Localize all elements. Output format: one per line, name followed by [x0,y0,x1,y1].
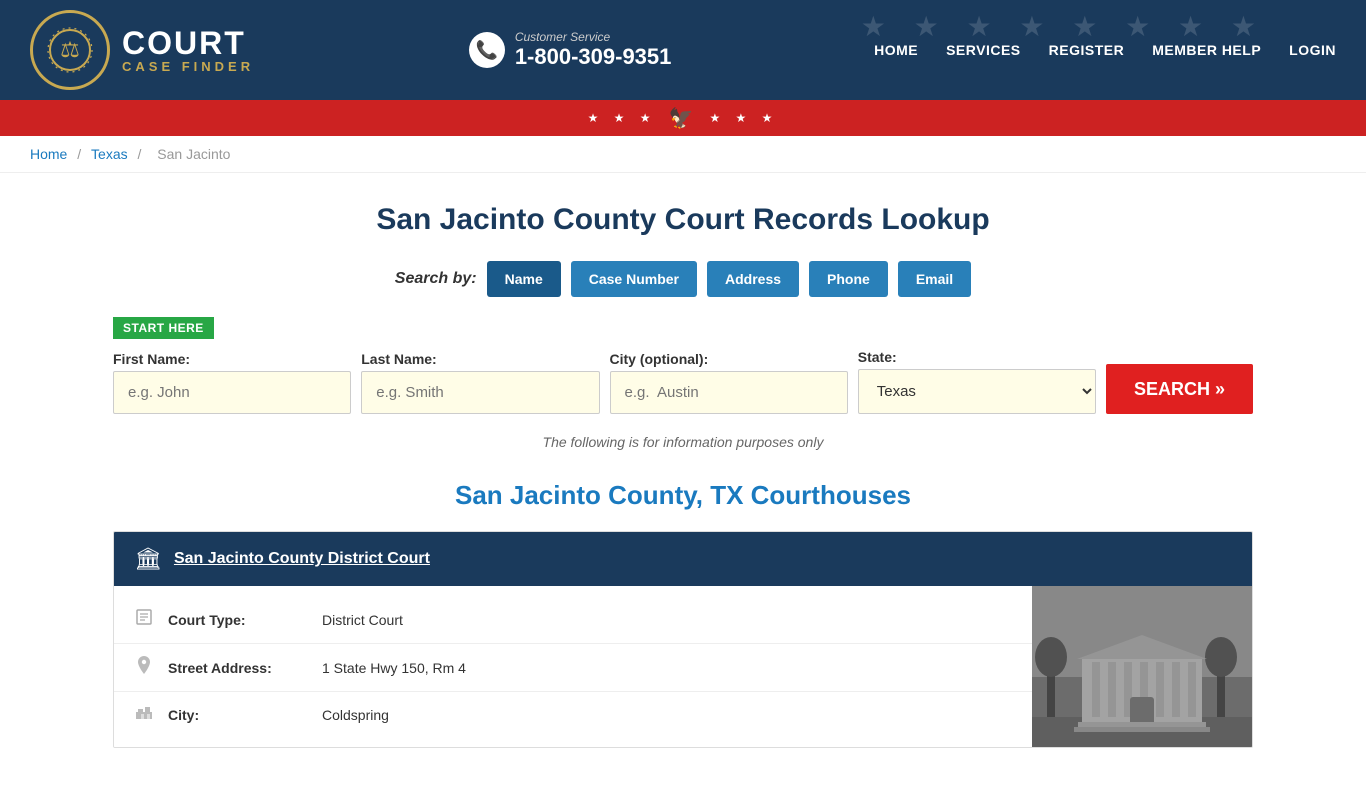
court-type-icon [134,608,154,631]
state-group: State: Texas Alabama Alaska Arizona Arka… [858,349,1096,414]
state-select[interactable]: Texas Alabama Alaska Arizona Arkansas Ca… [858,369,1096,414]
start-here-badge: START HERE [113,317,214,339]
address-icon [134,656,154,679]
main-content: San Jacinto County Court Records Lookup … [83,173,1283,798]
first-name-input[interactable] [113,371,351,414]
tab-phone[interactable]: Phone [809,261,888,297]
nav-services[interactable]: SERVICES [946,42,1021,58]
last-name-group: Last Name: [361,351,599,414]
breadcrumb-county: San Jacinto [157,146,230,162]
detail-row-type: Court Type: District Court [114,596,1032,644]
breadcrumb: Home / Texas / San Jacinto [0,136,1366,173]
eagle-icon: 🦅 [669,106,698,131]
detail-row-address: Street Address: 1 State Hwy 150, Rm 4 [114,644,1032,692]
courthouse-icon: 🏛 [134,546,162,572]
phone-label: Customer Service [515,30,672,44]
logo-area: ⚖ COURT CASE FINDER [30,10,266,90]
courthouse-body: Court Type: District Court Street Addres… [114,586,1252,747]
search-form-row: First Name: Last Name: City (optional): … [113,349,1253,414]
stars-left: ★ ★ ★ [588,111,657,125]
breadcrumb-sep-1: / [77,146,85,162]
stars-right: ★ ★ ★ [709,111,778,125]
city-group: City (optional): [610,351,848,414]
address-label: Street Address: [168,660,308,676]
first-name-group: First Name: [113,351,351,414]
site-header: ⚖ COURT CASE FINDER 📞 Customer Service 1… [0,0,1366,100]
breadcrumb-state[interactable]: Texas [91,146,128,162]
nav-member-help[interactable]: MEMBER HELP [1152,42,1261,58]
courthouse-image [1032,586,1252,747]
search-by-label: Search by: [395,270,477,288]
eagle-bar: ★ ★ ★ 🦅 ★ ★ ★ [0,100,1366,136]
courthouse-header: 🏛 San Jacinto County District Court [114,532,1252,586]
search-button[interactable]: SEARCH » [1106,364,1253,414]
phone-icon: 📞 [469,32,505,68]
phone-info: Customer Service 1-800-309-9351 [515,30,672,70]
tab-email[interactable]: Email [898,261,971,297]
svg-text:⚖: ⚖ [60,37,80,62]
courthouse-details: Court Type: District Court Street Addres… [114,586,1032,747]
phone-area: 📞 Customer Service 1-800-309-9351 [469,30,672,70]
city-label: City (optional): [610,351,848,367]
city-input[interactable] [610,371,848,414]
page-title: San Jacinto County Court Records Lookup [113,203,1253,237]
last-name-label: Last Name: [361,351,599,367]
info-note: The following is for information purpose… [113,434,1253,450]
main-nav: HOME SERVICES REGISTER MEMBER HELP LOGIN [874,42,1336,58]
state-label: State: [858,349,1096,365]
breadcrumb-home[interactable]: Home [30,146,67,162]
logo-subtitle: CASE FINDER [122,59,254,74]
eagle-center: ★ ★ ★ 🦅 ★ ★ ★ [588,106,779,131]
logo-emblem: ⚖ [30,10,110,90]
last-name-input[interactable] [361,371,599,414]
city-label-detail: City: [168,707,308,723]
breadcrumb-sep-2: / [138,146,146,162]
first-name-label: First Name: [113,351,351,367]
logo-text: COURT CASE FINDER [110,19,266,82]
courthouse-card: 🏛 San Jacinto County District Court Cour… [113,531,1253,748]
tab-name[interactable]: Name [487,261,561,297]
logo-court-label: COURT [122,27,246,59]
court-type-value: District Court [322,612,403,628]
courthouse-name-link[interactable]: San Jacinto County District Court [174,550,430,568]
phone-number: 1-800-309-9351 [515,44,672,70]
city-value: Coldspring [322,707,389,723]
courthouses-title: San Jacinto County, TX Courthouses [113,480,1253,511]
court-type-label: Court Type: [168,612,308,628]
detail-row-city: City: Coldspring [114,692,1032,737]
address-value: 1 State Hwy 150, Rm 4 [322,660,466,676]
search-by-row: Search by: Name Case Number Address Phon… [113,261,1253,297]
nav-home[interactable]: HOME [874,42,918,58]
city-icon [134,704,154,725]
nav-login[interactable]: LOGIN [1289,42,1336,58]
tab-case-number[interactable]: Case Number [571,261,697,297]
nav-register[interactable]: REGISTER [1049,42,1125,58]
tab-address[interactable]: Address [707,261,799,297]
